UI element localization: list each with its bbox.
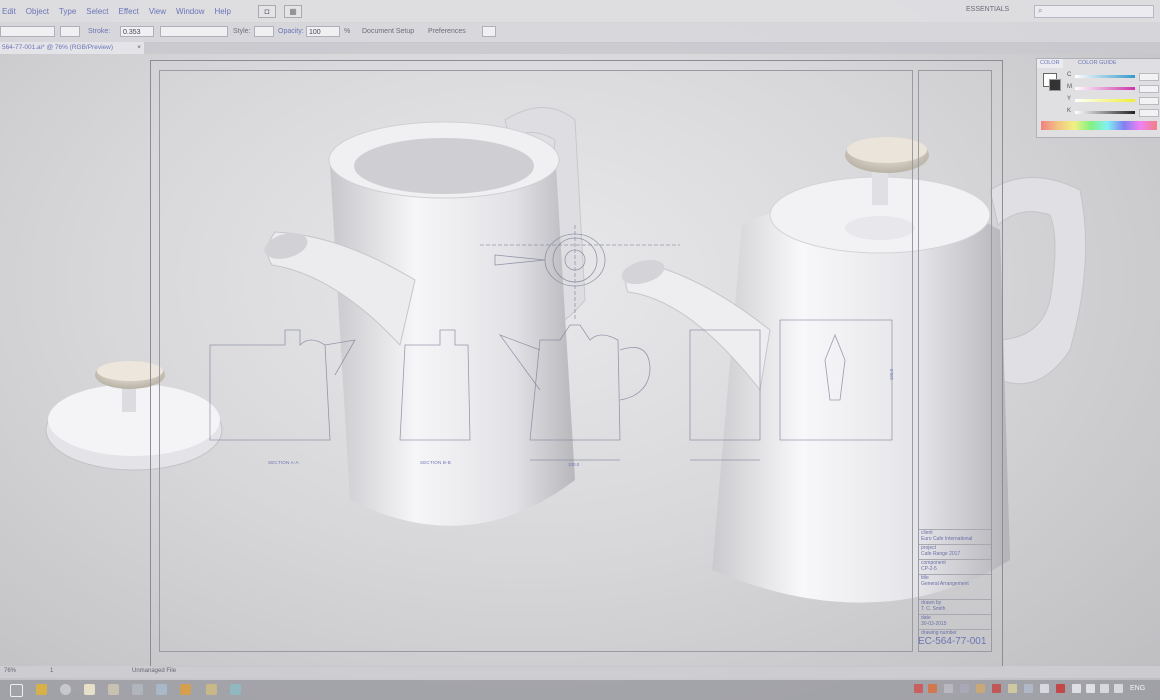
variable-width-select[interactable] <box>160 26 228 37</box>
volume-icon[interactable] <box>1086 684 1095 693</box>
section-b-label: SECTION B-B <box>420 460 451 465</box>
network-icon[interactable] <box>1072 684 1081 693</box>
tab-color[interactable]: COLOR <box>1037 59 1063 68</box>
opacity-input[interactable]: 100 <box>306 26 340 37</box>
title-block-logo-area <box>919 71 991 129</box>
title-block: client Euro Cafe International project C… <box>918 70 992 652</box>
workspace-switcher[interactable]: ESSENTIALS <box>966 6 1009 13</box>
app-icon[interactable] <box>132 684 143 695</box>
arrange-documents-icon[interactable]: ▦ <box>284 5 302 18</box>
file-explorer-icon[interactable] <box>36 684 47 695</box>
stroke-color-swatch[interactable] <box>1049 79 1061 91</box>
style-select[interactable] <box>254 26 274 37</box>
menu-edit[interactable]: Edit <box>2 7 16 16</box>
menu-effect[interactable]: Effect <box>119 7 139 16</box>
menu-select[interactable]: Select <box>86 7 108 16</box>
dimension-label-1: 100.0 <box>568 462 580 467</box>
status-bar: 76% 1 Unmanaged File <box>0 666 1160 678</box>
close-icon[interactable]: × <box>137 42 141 54</box>
fill-selector[interactable] <box>0 26 55 37</box>
title-block-date: 30-03-2015 <box>921 621 947 627</box>
document-tab[interactable]: 564-77-001.ai* @ 76% (RGB/Preview) × <box>0 42 144 54</box>
slider-c[interactable]: C <box>1067 72 1160 81</box>
slider-m[interactable]: M <box>1067 84 1160 93</box>
slider-k[interactable]: K <box>1067 108 1160 117</box>
drawing-frame <box>159 70 913 652</box>
title-block-drawn: T. C. Smith <box>921 606 946 612</box>
slider-y[interactable]: Y <box>1067 96 1160 105</box>
language-indicator[interactable]: ENG <box>1130 685 1145 692</box>
search-input[interactable]: ⌕ <box>1034 5 1154 18</box>
opacity-unit: % <box>344 28 351 35</box>
app-icon[interactable] <box>230 684 241 695</box>
title-block-component: CP-2-5 <box>921 566 937 572</box>
control-bar: Stroke: 0.353 Style: Opacity: 100 % Docu… <box>0 22 1160 43</box>
channel-c-label: C <box>1067 72 1072 78</box>
title-block-client: Euro Cafe International <box>921 536 973 542</box>
tray-icon[interactable] <box>1024 684 1033 693</box>
selection-tool-icon[interactable] <box>482 26 496 37</box>
app-icon[interactable] <box>156 684 167 695</box>
menu-window[interactable]: Window <box>176 7 204 16</box>
battery-icon[interactable] <box>1100 684 1109 693</box>
bridge-icon[interactable]: ◘ <box>258 5 276 18</box>
channel-m-label: M <box>1067 84 1072 90</box>
menu-type[interactable]: Type <box>59 7 76 16</box>
document-tab-bar: 564-77-001.ai* @ 76% (RGB/Preview) × <box>0 42 1160 54</box>
drawing-number: EC-564-77-001 <box>918 636 987 647</box>
app-icon[interactable] <box>108 684 119 695</box>
illustrator-icon[interactable] <box>180 684 191 695</box>
document-status[interactable]: Unmanaged File <box>132 668 176 674</box>
title-block-title: General Arrangement <box>921 581 969 587</box>
opacity-label[interactable]: Opacity: <box>278 28 304 35</box>
tray-icon[interactable] <box>1040 684 1049 693</box>
tray-icon[interactable] <box>944 684 953 693</box>
taskbar: ENG <box>0 680 1160 700</box>
tray-icon[interactable] <box>928 684 937 693</box>
tray-icon[interactable] <box>960 684 969 693</box>
app-icon[interactable] <box>206 684 217 695</box>
channel-k-label: K <box>1067 108 1072 114</box>
color-spectrum[interactable] <box>1041 121 1157 130</box>
menu-bar: Edit Object Type Select Effect View Wind… <box>0 0 1160 23</box>
search-icon: ⌕ <box>1038 6 1043 15</box>
section-a-label: SECTION A-A <box>268 460 299 465</box>
zoom-level[interactable]: 76% <box>4 668 16 674</box>
tab-color-guide[interactable]: COLOR GUIDE <box>1075 59 1120 68</box>
menu-object[interactable]: Object <box>26 7 49 16</box>
document-tab-title: 564-77-001.ai* @ 76% (RGB/Preview) <box>2 44 114 51</box>
tray-icon[interactable] <box>914 684 923 693</box>
preferences-button[interactable]: Preferences <box>428 28 466 35</box>
dimension-label-2: 190.0 <box>889 368 895 381</box>
style-label: Style: <box>233 28 251 35</box>
tray-icon[interactable] <box>992 684 1001 693</box>
document-setup-button[interactable]: Document Setup <box>362 28 414 35</box>
browser-icon[interactable] <box>60 684 71 695</box>
tray-icon[interactable] <box>1056 684 1065 693</box>
artboard-number[interactable]: 1 <box>50 668 53 674</box>
menu-view[interactable]: View <box>149 7 166 16</box>
tray-icon[interactable] <box>1008 684 1017 693</box>
title-block-project: Cafe Range 2017 <box>921 551 961 557</box>
channel-y-label: Y <box>1067 96 1072 102</box>
notes-icon[interactable] <box>84 684 95 695</box>
stroke-swatch[interactable] <box>60 26 80 37</box>
tray-icon[interactable] <box>976 684 985 693</box>
task-view-icon[interactable] <box>10 684 23 697</box>
notifications-icon[interactable] <box>1114 684 1123 693</box>
color-panel: COLOR COLOR GUIDE C M Y K <box>1036 58 1160 138</box>
menu-help[interactable]: Help <box>214 7 230 16</box>
stroke-weight-input[interactable]: 0.353 <box>120 26 154 37</box>
stroke-label[interactable]: Stroke: <box>88 28 110 35</box>
